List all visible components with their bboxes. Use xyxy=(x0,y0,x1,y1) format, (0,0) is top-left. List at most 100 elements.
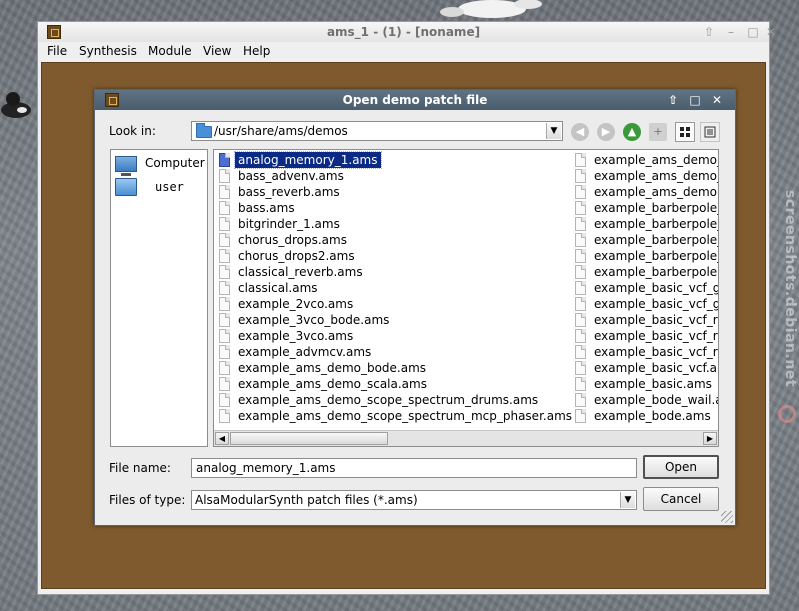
file-list-item[interactable]: classical.ams xyxy=(216,280,570,296)
file-name-text: example_bode_wail.a xyxy=(594,393,719,407)
menu-file[interactable]: File xyxy=(47,44,67,58)
scroll-left-icon[interactable]: ◀ xyxy=(215,432,229,445)
file-list-item[interactable]: example_bode.ams xyxy=(572,408,718,424)
minimize-button[interactable]: – xyxy=(723,24,739,40)
file-list-item[interactable]: example_advmcv.ams xyxy=(216,344,570,360)
user-folder-icon xyxy=(115,178,137,196)
shade-button[interactable]: ⇧ xyxy=(701,24,717,40)
file-list-item[interactable]: example_basic_vcf_re xyxy=(572,312,719,328)
file-name-text: example_ams_demo_scala.ams xyxy=(238,377,427,391)
sidebar-label-computer: Computer xyxy=(145,156,205,170)
file-name-text: example_ams_demo_scope_spectrum_drums.am… xyxy=(238,393,539,407)
open-file-dialog: Open demo patch file ⇧ □ ✕ Look in: /usr… xyxy=(94,89,736,526)
file-icon xyxy=(575,169,586,183)
file-name-text: example_basic_vcf_re xyxy=(594,313,719,327)
scrollbar-thumb[interactable] xyxy=(230,432,388,445)
file-icon xyxy=(219,185,230,199)
file-name-text: example_basic_vcf_g xyxy=(594,297,719,311)
file-icon xyxy=(575,377,586,391)
file-list-item[interactable]: example_3vco_bode.ams xyxy=(216,312,570,328)
dialog-maximize-button[interactable]: □ xyxy=(687,92,703,108)
file-list-item[interactable]: chorus_drops.ams xyxy=(216,232,570,248)
places-sidebar: Computer user xyxy=(110,149,208,447)
file-icon xyxy=(575,313,586,327)
main-titlebar[interactable]: ams_1 - (1) - [noname] ⇧ – □ ✕ xyxy=(38,22,776,42)
file-list-item[interactable]: bass_reverb.ams xyxy=(216,184,570,200)
file-list-item[interactable]: example_bode_wail.a xyxy=(572,392,719,408)
maximize-button[interactable]: □ xyxy=(745,24,761,40)
menu-module[interactable]: Module xyxy=(148,44,192,58)
horizontal-scrollbar[interactable]: ◀ ▶ xyxy=(214,430,718,446)
parent-dir-icon[interactable]: ▲ xyxy=(623,123,641,141)
file-list-item[interactable]: example_ams_demo_ xyxy=(572,152,719,168)
close-button[interactable]: ✕ xyxy=(763,24,779,40)
file-icon xyxy=(219,265,230,279)
new-folder-icon[interactable]: + xyxy=(649,123,667,141)
menubar: File Synthesis Module View Help xyxy=(38,42,769,62)
resize-grip-icon[interactable] xyxy=(721,511,733,523)
file-list-item[interactable]: example_barberpole_ xyxy=(572,216,719,232)
file-name-text: example_barberpole_ xyxy=(594,217,719,231)
file-icon xyxy=(575,233,586,247)
menu-help[interactable]: Help xyxy=(243,44,270,58)
file-list-item[interactable]: example_ams_demo_scope_spectrum_drums.am… xyxy=(216,392,570,408)
file-type-value: AlsaModularSynth patch files (*.ams) xyxy=(195,493,418,507)
file-name-text: classical.ams xyxy=(238,281,318,295)
file-icon xyxy=(219,409,230,423)
watermark-logo-icon xyxy=(778,405,796,423)
detail-view-icon[interactable] xyxy=(700,122,720,142)
file-icon xyxy=(219,377,230,391)
file-list-item[interactable]: example_basic_vcf.ar xyxy=(572,360,718,376)
file-name-text: example_ams_demo. xyxy=(594,185,719,199)
file-list-item[interactable]: classical_reverb.ams xyxy=(216,264,570,280)
file-name-text: example_ams_demo_ xyxy=(594,169,719,183)
file-list-item[interactable]: example_ams_demo_bode.ams xyxy=(216,360,570,376)
file-name-text: example_bode.ams xyxy=(594,409,711,423)
cancel-button[interactable]: Cancel xyxy=(643,487,719,511)
file-list-item[interactable]: chorus_drops2.ams xyxy=(216,248,570,264)
file-list-item[interactable]: example_barberpole_ xyxy=(572,248,718,264)
file-list-item[interactable]: example_ams_demo_ xyxy=(572,168,719,184)
file-list-item[interactable]: analog_memory_1.ams xyxy=(216,151,570,169)
dialog-shade-button[interactable]: ⇧ xyxy=(665,92,681,108)
file-list-item[interactable]: example_basic.ams xyxy=(572,376,718,392)
file-list-item[interactable]: example_barberpole. xyxy=(572,264,718,280)
file-list-item[interactable]: bass.ams xyxy=(216,200,570,216)
open-button[interactable]: Open xyxy=(643,455,719,479)
file-list-item[interactable]: example_basic_vcf_re xyxy=(572,328,718,344)
back-icon[interactable]: ◀ xyxy=(571,123,589,141)
file-list-item[interactable]: example_2vco.ams xyxy=(216,296,570,312)
icon-view-icon[interactable] xyxy=(675,122,695,142)
file-name-text: example_advmcv.ams xyxy=(238,345,372,359)
scroll-right-icon[interactable]: ▶ xyxy=(703,432,717,445)
file-list-item[interactable]: example_basic_vcf_re xyxy=(572,344,718,360)
file-list-item[interactable]: example_barberpole_ xyxy=(572,232,718,248)
file-name-field[interactable] xyxy=(191,458,637,478)
file-list-item[interactable]: example_3vco.ams xyxy=(216,328,570,344)
file-name-input[interactable] xyxy=(192,459,636,477)
dialog-close-button[interactable]: ✕ xyxy=(709,92,725,108)
chevron-down-icon[interactable]: ▼ xyxy=(546,123,561,139)
file-list-item[interactable]: example_ams_demo. xyxy=(572,184,719,200)
look-in-combo[interactable]: /usr/share/ams/demos ▼ xyxy=(191,121,563,141)
file-list[interactable]: analog_memory_1.ams bass_advenv.ams bass_r… xyxy=(213,149,719,447)
menu-synthesis[interactable]: Synthesis xyxy=(79,44,137,58)
dialog-title: Open demo patch file xyxy=(342,93,488,107)
file-list-item[interactable]: bass_advenv.ams xyxy=(216,168,570,184)
file-list-item[interactable]: example_barberpole_ xyxy=(572,200,718,216)
file-type-chevron-down-icon[interactable]: ▼ xyxy=(620,492,635,508)
file-name-text: example_ams_demo_bode.ams xyxy=(238,361,427,375)
forward-icon[interactable]: ▶ xyxy=(597,123,615,141)
file-list-item[interactable]: example_basic_vcf_g xyxy=(572,280,718,296)
menu-view[interactable]: View xyxy=(203,44,231,58)
file-list-item[interactable]: bitgrinder_1.ams xyxy=(216,216,570,232)
file-icon xyxy=(219,153,230,167)
file-icon xyxy=(575,409,586,423)
file-list-item[interactable]: example_basic_vcf_g xyxy=(572,296,719,312)
file-list-item[interactable]: example_ams_demo_scala.ams xyxy=(216,376,570,392)
file-type-combo[interactable]: AlsaModularSynth patch files (*.ams) ▼ xyxy=(191,490,637,510)
file-name-text: example_ams_demo_ xyxy=(594,153,719,167)
file-list-item[interactable]: example_ams_demo_scope_spectrum_mcp_phas… xyxy=(216,408,572,424)
file-icon xyxy=(219,297,230,311)
dialog-titlebar[interactable]: Open demo patch file ⇧ □ ✕ xyxy=(95,90,735,110)
